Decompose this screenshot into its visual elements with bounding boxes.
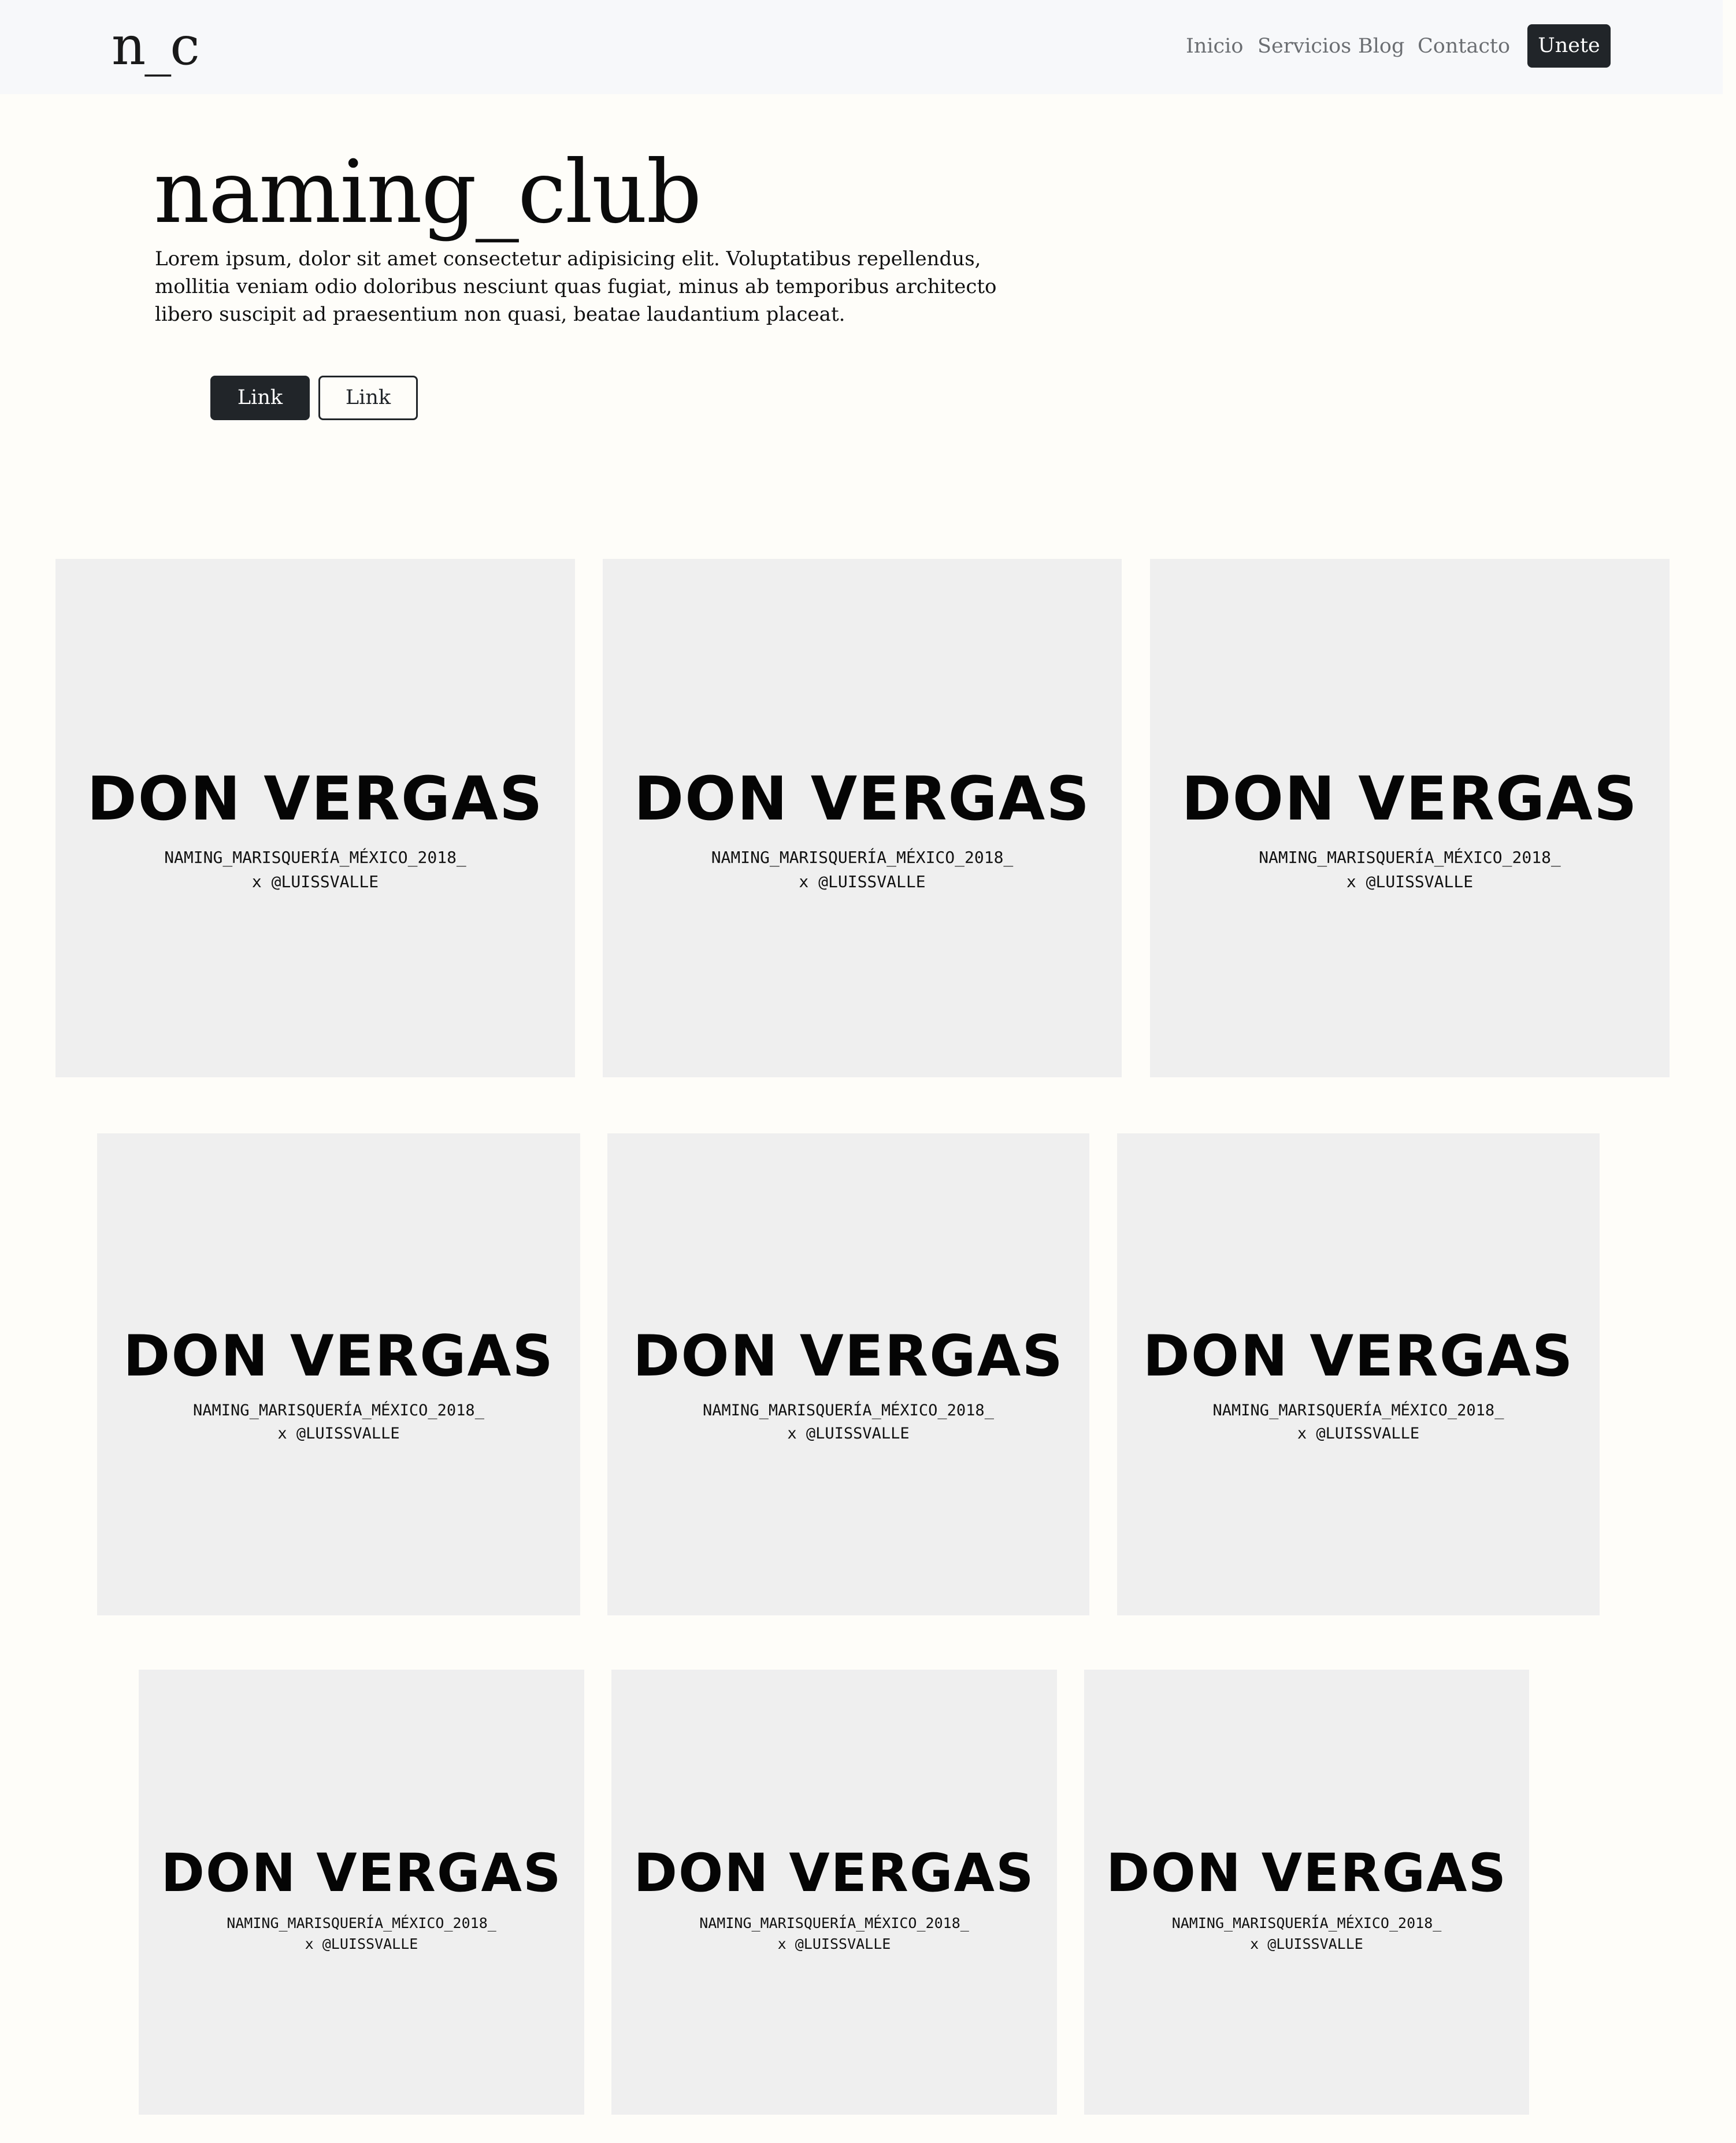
card-caption-credit: x @LUISSVALLE bbox=[277, 1425, 400, 1443]
card-caption: NAMING_MARISQUERÍA_MÉXICO_2018_ x @LUISS… bbox=[55, 846, 575, 894]
card-caption-line: NAMING_MARISQUERÍA_MÉXICO_2018_ bbox=[164, 848, 466, 867]
nav-link-servicios[interactable]: Servicios bbox=[1258, 32, 1351, 60]
card-caption-credit: x @LUISSVALLE bbox=[1346, 872, 1474, 891]
gallery-card[interactable]: DON VERGAS NAMING_MARISQUERÍA_MÉXICO_201… bbox=[139, 1670, 584, 2115]
card-caption-credit: x @LUISSVALLE bbox=[1250, 1936, 1363, 1952]
gallery-card[interactable]: DON VERGAS NAMING_MARISQUERÍA_MÉXICO_201… bbox=[611, 1670, 1057, 2115]
card-title: DON VERGAS bbox=[1181, 763, 1638, 834]
hero-description: Lorem ipsum, dolor sit amet consectetur … bbox=[155, 247, 997, 326]
card-caption-line: NAMING_MARISQUERÍA_MÉXICO_2018_ bbox=[1212, 1402, 1504, 1419]
card-caption-line: NAMING_MARISQUERÍA_MÉXICO_2018_ bbox=[193, 1402, 484, 1419]
card-caption-credit: x @LUISSVALLE bbox=[1297, 1425, 1420, 1443]
card-caption-credit: x @LUISSVALLE bbox=[305, 1936, 418, 1952]
join-button[interactable]: Unete bbox=[1527, 24, 1611, 68]
card-title: DON VERGAS bbox=[1143, 1323, 1574, 1389]
card-caption-credit: x @LUISSVALLE bbox=[251, 872, 379, 891]
card-caption-line: NAMING_MARISQUERÍA_MÉXICO_2018_ bbox=[711, 848, 1014, 867]
card-caption: NAMING_MARISQUERÍA_MÉXICO_2018_ x @LUISS… bbox=[1117, 1399, 1600, 1445]
card-caption: NAMING_MARISQUERÍA_MÉXICO_2018_ x @LUISS… bbox=[611, 1913, 1057, 1955]
secondary-link-button[interactable]: Link bbox=[318, 376, 418, 420]
card-title: DON VERGAS bbox=[633, 763, 1091, 834]
card-caption: NAMING_MARISQUERÍA_MÉXICO_2018_ x @LUISS… bbox=[607, 1399, 1089, 1445]
card-caption-credit: x @LUISSVALLE bbox=[777, 1936, 891, 1952]
gallery-card[interactable]: DON VERGAS NAMING_MARISQUERÍA_MÉXICO_201… bbox=[97, 1133, 580, 1615]
card-caption: NAMING_MARISQUERÍA_MÉXICO_2018_ x @LUISS… bbox=[1150, 846, 1670, 894]
nav-link-inicio[interactable]: Inicio bbox=[1186, 32, 1243, 60]
card-title: DON VERGAS bbox=[633, 1323, 1064, 1389]
brand-logo[interactable]: n_c bbox=[112, 12, 200, 81]
nav-link-contacto[interactable]: Contacto bbox=[1418, 32, 1510, 60]
hero-title: naming_club bbox=[154, 142, 702, 243]
gallery-card[interactable]: DON VERGAS NAMING_MARISQUERÍA_MÉXICO_201… bbox=[603, 559, 1122, 1077]
primary-link-button[interactable]: Link bbox=[210, 376, 310, 420]
card-title: DON VERGAS bbox=[123, 1323, 554, 1389]
card-caption-line: NAMING_MARISQUERÍA_MÉXICO_2018_ bbox=[1259, 848, 1561, 867]
card-title: DON VERGAS bbox=[1106, 1843, 1508, 1904]
card-caption: NAMING_MARISQUERÍA_MÉXICO_2018_ x @LUISS… bbox=[97, 1399, 580, 1445]
gallery-card[interactable]: DON VERGAS NAMING_MARISQUERÍA_MÉXICO_201… bbox=[1117, 1133, 1600, 1615]
gallery-card[interactable]: DON VERGAS NAMING_MARISQUERÍA_MÉXICO_201… bbox=[55, 559, 575, 1077]
card-title: DON VERGAS bbox=[87, 763, 544, 834]
card-caption: NAMING_MARISQUERÍA_MÉXICO_2018_ x @LUISS… bbox=[1084, 1913, 1529, 1955]
card-caption-line: NAMING_MARISQUERÍA_MÉXICO_2018_ bbox=[1171, 1915, 1442, 1931]
gallery-card[interactable]: DON VERGAS NAMING_MARISQUERÍA_MÉXICO_201… bbox=[1150, 559, 1670, 1077]
navbar: n_c Inicio Servicios Blog Contacto Unete bbox=[0, 0, 1723, 94]
card-caption-credit: x @LUISSVALLE bbox=[787, 1425, 910, 1443]
card-title: DON VERGAS bbox=[633, 1843, 1035, 1904]
nav-link-blog[interactable]: Blog bbox=[1358, 32, 1404, 60]
card-title: DON VERGAS bbox=[161, 1843, 562, 1904]
gallery-card[interactable]: DON VERGAS NAMING_MARISQUERÍA_MÉXICO_201… bbox=[1084, 1670, 1529, 2115]
card-caption-line: NAMING_MARISQUERÍA_MÉXICO_2018_ bbox=[227, 1915, 496, 1931]
card-caption-line: NAMING_MARISQUERÍA_MÉXICO_2018_ bbox=[703, 1402, 994, 1419]
card-caption-credit: x @LUISSVALLE bbox=[799, 872, 926, 891]
gallery-card[interactable]: DON VERGAS NAMING_MARISQUERÍA_MÉXICO_201… bbox=[607, 1133, 1089, 1615]
card-caption: NAMING_MARISQUERÍA_MÉXICO_2018_ x @LUISS… bbox=[603, 846, 1122, 894]
card-caption-line: NAMING_MARISQUERÍA_MÉXICO_2018_ bbox=[699, 1915, 969, 1931]
card-caption: NAMING_MARISQUERÍA_MÉXICO_2018_ x @LUISS… bbox=[139, 1913, 584, 1955]
